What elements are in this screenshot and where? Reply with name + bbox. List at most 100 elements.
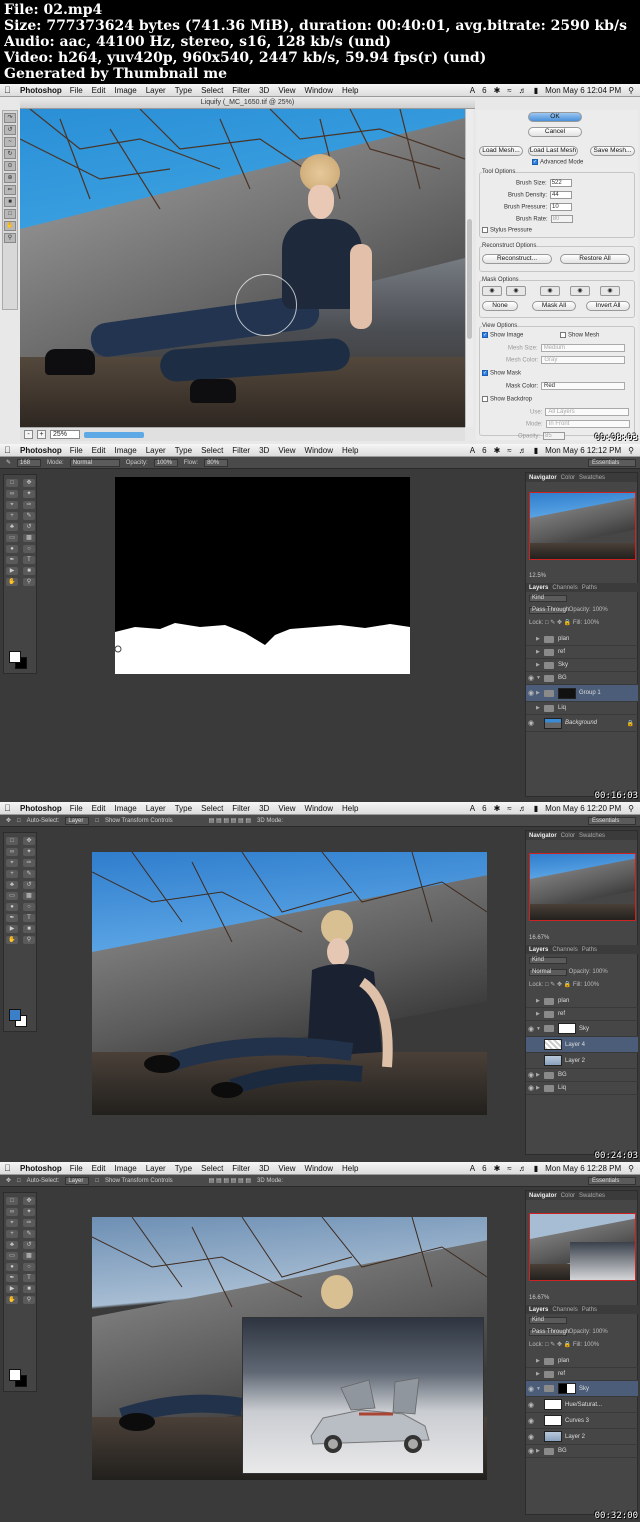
history-brush-tool-icon[interactable]: ↺: [23, 523, 35, 531]
eye-icon[interactable]: ◉: [526, 719, 536, 727]
menu-select[interactable]: Select: [201, 804, 223, 813]
mask-all-button[interactable]: Mask All: [532, 301, 576, 311]
eye-icon[interactable]: ◉: [526, 1025, 536, 1033]
foreground-color-swatch[interactable]: [9, 651, 21, 663]
battery-icon[interactable]: ▮: [534, 446, 538, 455]
navigator-thumbnail[interactable]: [529, 492, 636, 560]
healing-tool-icon[interactable]: +: [6, 1230, 18, 1238]
magic-wand-tool-icon[interactable]: ✦: [23, 490, 35, 498]
move-tool-icon[interactable]: ✥: [6, 817, 11, 824]
layer-filter[interactable]: Kind: [529, 595, 567, 602]
eye-icon[interactable]: ◉: [526, 1401, 536, 1409]
bluetooth-icon[interactable]: ✱: [494, 86, 501, 95]
navigator-zoom[interactable]: 16.67%: [529, 1295, 549, 1301]
bluetooth-icon[interactable]: ✱: [494, 1164, 501, 1173]
shape-tool-icon[interactable]: ■: [23, 567, 35, 575]
layer-row[interactable]: ◉ ▶ BG: [526, 1069, 638, 1082]
stylus-row[interactable]: Stylus Pressure: [482, 227, 532, 234]
history-brush-tool-icon[interactable]: ↺: [23, 881, 35, 889]
kind-select[interactable]: Kind: [529, 595, 567, 602]
use-select[interactable]: All Layers: [545, 408, 630, 416]
mask-add-icon[interactable]: ◉: [506, 286, 526, 296]
tab-layers[interactable]: Layers: [529, 1307, 548, 1313]
menu-file[interactable]: File: [70, 446, 83, 455]
eyedropper-tool-icon[interactable]: ✑: [23, 859, 35, 867]
show-mask-row[interactable]: ✓ Show Mask: [482, 370, 521, 377]
layer-row[interactable]: ◉ ▼ Sky: [526, 1021, 638, 1037]
eye-icon[interactable]: ◉: [526, 1071, 536, 1079]
search-icon[interactable]: ⚲: [628, 804, 634, 813]
brush-tool-icon[interactable]: ✎: [23, 870, 35, 878]
brush-size-picker[interactable]: 168: [17, 458, 42, 467]
menu-app-name[interactable]: Photoshop: [20, 1164, 62, 1173]
gradient-tool-icon[interactable]: ▩: [23, 892, 35, 900]
menu-app-name[interactable]: Photoshop: [20, 446, 62, 455]
blur-tool-icon[interactable]: ●: [6, 1263, 18, 1271]
document-canvas[interactable]: [115, 477, 410, 674]
volume-icon[interactable]: ♬: [519, 804, 527, 813]
magic-wand-tool-icon[interactable]: ✦: [23, 1208, 35, 1216]
show-mesh-row[interactable]: Show Mesh: [560, 332, 599, 339]
menu-app-name[interactable]: Photoshop: [20, 86, 62, 95]
reconstruct-button[interactable]: Reconstruct...: [482, 254, 552, 264]
layer-row[interactable]: ◉ Hue/Saturat...: [526, 1397, 638, 1413]
tab-color[interactable]: Color: [561, 475, 575, 481]
menu-filter[interactable]: Filter: [232, 446, 250, 455]
eye-icon[interactable]: ◉: [526, 689, 536, 697]
healing-tool-icon[interactable]: +: [6, 512, 18, 520]
menu-edit[interactable]: Edit: [92, 804, 106, 813]
fill-value[interactable]: 100%: [584, 620, 599, 626]
reconstruct-tool-icon[interactable]: ↺: [4, 125, 16, 135]
battery-icon[interactable]: ▮: [534, 804, 538, 813]
menu-layer[interactable]: Layer: [146, 446, 166, 455]
liquify-canvas[interactable]: [20, 109, 465, 427]
auto-select-checkbox[interactable]: □: [17, 818, 21, 824]
layer-row-selected[interactable]: Layer 4: [526, 1037, 638, 1053]
restore-all-button[interactable]: Restore All: [560, 254, 630, 264]
tab-color[interactable]: Color: [561, 833, 575, 839]
tab-navigator[interactable]: Navigator: [529, 475, 557, 481]
bloat-tool-icon[interactable]: ⊕: [4, 173, 16, 183]
type-tool-icon[interactable]: T: [23, 1274, 35, 1282]
mode-select[interactable]: In Front: [545, 420, 630, 428]
menu-help[interactable]: Help: [342, 1164, 358, 1173]
opacity-field[interactable]: 100%: [153, 458, 178, 467]
clock[interactable]: Mon May 6 12:04 PM: [545, 86, 621, 95]
eye-icon[interactable]: ◉: [526, 674, 536, 682]
menu-select[interactable]: Select: [201, 1164, 223, 1173]
menu-layer[interactable]: Layer: [146, 86, 166, 95]
zoom-tool-icon[interactable]: ⚲: [23, 1296, 35, 1304]
show-transform-checkbox[interactable]: □: [95, 818, 99, 824]
menu-help[interactable]: Help: [342, 446, 358, 455]
menu-view[interactable]: View: [278, 86, 295, 95]
opacity-value[interactable]: 100%: [592, 1329, 607, 1335]
blend-mode-select[interactable]: Pass Through: [529, 607, 569, 614]
lasso-tool-icon[interactable]: ∞: [6, 848, 18, 856]
menu-type[interactable]: Type: [175, 804, 192, 813]
tab-paths[interactable]: Paths: [582, 947, 597, 953]
type-tool-icon[interactable]: T: [23, 556, 35, 564]
opacity-field[interactable]: 85: [543, 432, 566, 440]
load-mesh-button[interactable]: Load Mesh...: [479, 146, 523, 156]
menu-help[interactable]: Help: [342, 86, 358, 95]
auto-select-target[interactable]: Layer: [65, 816, 90, 825]
flow-field[interactable]: 80%: [204, 458, 229, 467]
eye-icon[interactable]: ◉: [526, 1433, 536, 1441]
tab-channels[interactable]: Channels: [552, 585, 577, 591]
history-brush-tool-icon[interactable]: ↺: [23, 1241, 35, 1249]
menu-app-name[interactable]: Photoshop: [20, 804, 62, 813]
menu-filter[interactable]: Filter: [232, 1164, 250, 1173]
brush-density-field[interactable]: 44: [550, 191, 573, 199]
blur-tool-icon[interactable]: ●: [6, 903, 18, 911]
menu-type[interactable]: Type: [175, 446, 192, 455]
show-mask-checkbox[interactable]: ✓: [482, 370, 488, 376]
forward-warp-tool-icon[interactable]: ↷: [4, 113, 16, 123]
freeze-mask-tool-icon[interactable]: ■: [4, 197, 16, 207]
bluetooth-icon[interactable]: ✱: [494, 446, 501, 455]
crop-tool-icon[interactable]: ⌖: [6, 501, 18, 509]
layer-row[interactable]: Layer 2: [526, 1053, 638, 1069]
hand-tool-icon[interactable]: ✋: [6, 936, 18, 944]
tab-navigator[interactable]: Navigator: [529, 833, 557, 839]
show-mesh-checkbox[interactable]: [560, 332, 566, 338]
show-backdrop-row[interactable]: Show Backdrop: [482, 396, 532, 403]
